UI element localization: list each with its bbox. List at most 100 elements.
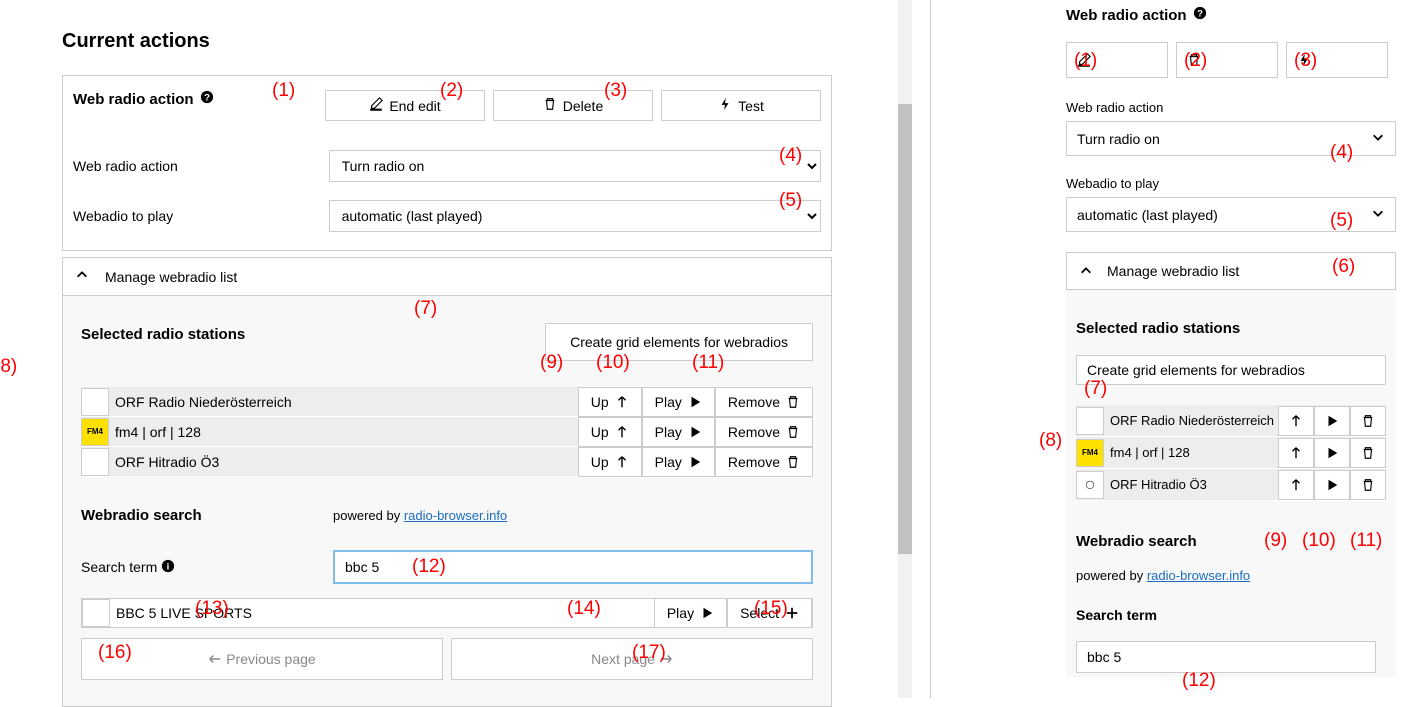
- powered-text: powered by radio-browser.info: [333, 508, 813, 523]
- chevron-down-icon: [1371, 130, 1385, 147]
- result-row: BBC 5 LIVE SPORTS Play Select: [81, 598, 813, 628]
- search-input[interactable]: [333, 550, 813, 584]
- station-remove-button[interactable]: [1350, 470, 1386, 500]
- r-station-row: FM4 fm4 | orf | 128: [1076, 437, 1386, 469]
- station-icon: [1076, 407, 1104, 435]
- annot: (4): [1330, 142, 1353, 164]
- station-remove-button[interactable]: [1350, 406, 1386, 436]
- end-edit-label: End edit: [389, 98, 440, 114]
- result-play-button[interactable]: Play: [654, 598, 727, 628]
- station-name: ORF Radio Niederösterreich: [1110, 413, 1278, 428]
- station-name: fm4 | orf | 128: [115, 424, 578, 440]
- annot: (10): [596, 352, 630, 374]
- annot: (8): [0, 356, 17, 378]
- section-header: Web radio action: [73, 90, 214, 108]
- annot: (1): [272, 80, 295, 102]
- station-play-button[interactable]: Play: [642, 387, 715, 417]
- action-label: Web radio action: [73, 158, 329, 174]
- r-section-header: Web radio action: [1066, 6, 1396, 24]
- r-search-term-label: Search term: [1076, 607, 1386, 623]
- powered-link[interactable]: radio-browser.info: [1147, 568, 1250, 583]
- annot: (13): [195, 598, 229, 620]
- station-remove-button[interactable]: Remove: [715, 417, 813, 447]
- station-play-button[interactable]: [1314, 406, 1350, 436]
- action-select[interactable]: Turn radio on: [329, 150, 821, 182]
- annot: (11): [692, 352, 724, 374]
- result-icon: [82, 599, 110, 627]
- station-name: fm4 | orf | 128: [1110, 445, 1278, 460]
- r-accordion-title: Manage webradio list: [1107, 263, 1239, 279]
- r-station-row: ◯ ORF Hitradio Ö3: [1076, 469, 1386, 501]
- station-up-button[interactable]: [1278, 406, 1314, 436]
- powered-link[interactable]: radio-browser.info: [404, 508, 507, 523]
- station-up-button[interactable]: Up: [578, 417, 642, 447]
- r-powered: powered by radio-browser.info: [1076, 568, 1386, 583]
- station-up-button[interactable]: Up: [578, 387, 642, 417]
- r-play-label: Webadio to play: [1066, 176, 1396, 191]
- station-remove-button[interactable]: Remove: [715, 387, 813, 417]
- station-icon: ◯: [1076, 471, 1104, 499]
- station-play-button[interactable]: [1314, 438, 1350, 468]
- chevron-down-icon: [1371, 206, 1385, 223]
- selected-title: Selected radio stations: [81, 326, 245, 343]
- help-icon[interactable]: [1193, 6, 1207, 24]
- annot: (14): [567, 598, 601, 620]
- annot: (8): [1039, 430, 1062, 452]
- station-up-button[interactable]: [1278, 470, 1314, 500]
- info-icon[interactable]: [161, 559, 175, 576]
- station-up-button[interactable]: Up: [578, 447, 642, 477]
- accordion-toggle[interactable]: Manage webradio list: [63, 258, 831, 296]
- annot: (3): [1294, 50, 1317, 72]
- chevron-up-icon: [75, 268, 89, 285]
- annot: (9): [540, 352, 563, 374]
- r-create-grid-button[interactable]: Create grid elements for webradios: [1076, 355, 1386, 385]
- r-station-row: ORF Radio Niederösterreich: [1076, 405, 1386, 437]
- annot: (15): [754, 598, 788, 620]
- station-remove-button[interactable]: Remove: [715, 447, 813, 477]
- annot: (7): [414, 298, 437, 320]
- delete-button[interactable]: Delete: [493, 90, 653, 121]
- station-play-button[interactable]: [1314, 470, 1350, 500]
- station-up-button[interactable]: [1278, 438, 1314, 468]
- r-action-label: Web radio action: [1066, 100, 1396, 115]
- page-title: Current actions: [62, 30, 905, 53]
- station-play-button[interactable]: Play: [642, 447, 715, 477]
- create-grid-button[interactable]: Create grid elements for webradios: [545, 323, 813, 361]
- station-icon: FM4: [81, 418, 109, 446]
- annot: (17): [632, 642, 666, 664]
- test-button[interactable]: Test: [661, 90, 821, 121]
- annot: (9): [1264, 530, 1287, 552]
- section-title-text: Web radio action: [73, 91, 194, 108]
- station-play-button[interactable]: Play: [642, 417, 715, 447]
- annot: (2): [1184, 50, 1207, 72]
- scrollbar[interactable]: [898, 0, 912, 698]
- annot: (3): [604, 80, 627, 102]
- delete-label: Delete: [563, 98, 603, 114]
- annot: (10): [1302, 530, 1336, 552]
- annot: (2): [440, 80, 463, 102]
- station-name: ORF Hitradio Ö3: [1110, 477, 1278, 492]
- play-label: Webadio to play: [73, 208, 329, 224]
- play-select[interactable]: automatic (last played): [329, 200, 821, 232]
- station-remove-button[interactable]: [1350, 438, 1386, 468]
- annot: (7): [1084, 378, 1107, 400]
- station-icon: FM4: [1076, 439, 1104, 467]
- prev-page-button[interactable]: Previous page: [81, 638, 443, 680]
- station-row: ORF Radio Niederösterreich Up Play Remov…: [81, 387, 813, 417]
- search-term-label: Search term: [81, 559, 333, 576]
- accordion-title: Manage webradio list: [105, 269, 237, 285]
- test-label: Test: [738, 98, 764, 114]
- bolt-icon: [718, 97, 732, 114]
- annot: (12): [1182, 670, 1216, 692]
- station-name: ORF Radio Niederösterreich: [115, 394, 578, 410]
- column-divider: [930, 0, 931, 698]
- annot: (5): [1330, 210, 1353, 232]
- help-icon[interactable]: [200, 90, 214, 108]
- annot: (6): [1332, 256, 1355, 278]
- r-selected-title: Selected radio stations: [1076, 320, 1386, 337]
- r-search-input[interactable]: [1076, 641, 1376, 673]
- annot: (11): [1350, 530, 1382, 552]
- edit-icon: [369, 97, 383, 114]
- r-search-title: Webradio search: [1076, 533, 1386, 550]
- station-row: ORF Hitradio Ö3 Up Play Remove: [81, 447, 813, 477]
